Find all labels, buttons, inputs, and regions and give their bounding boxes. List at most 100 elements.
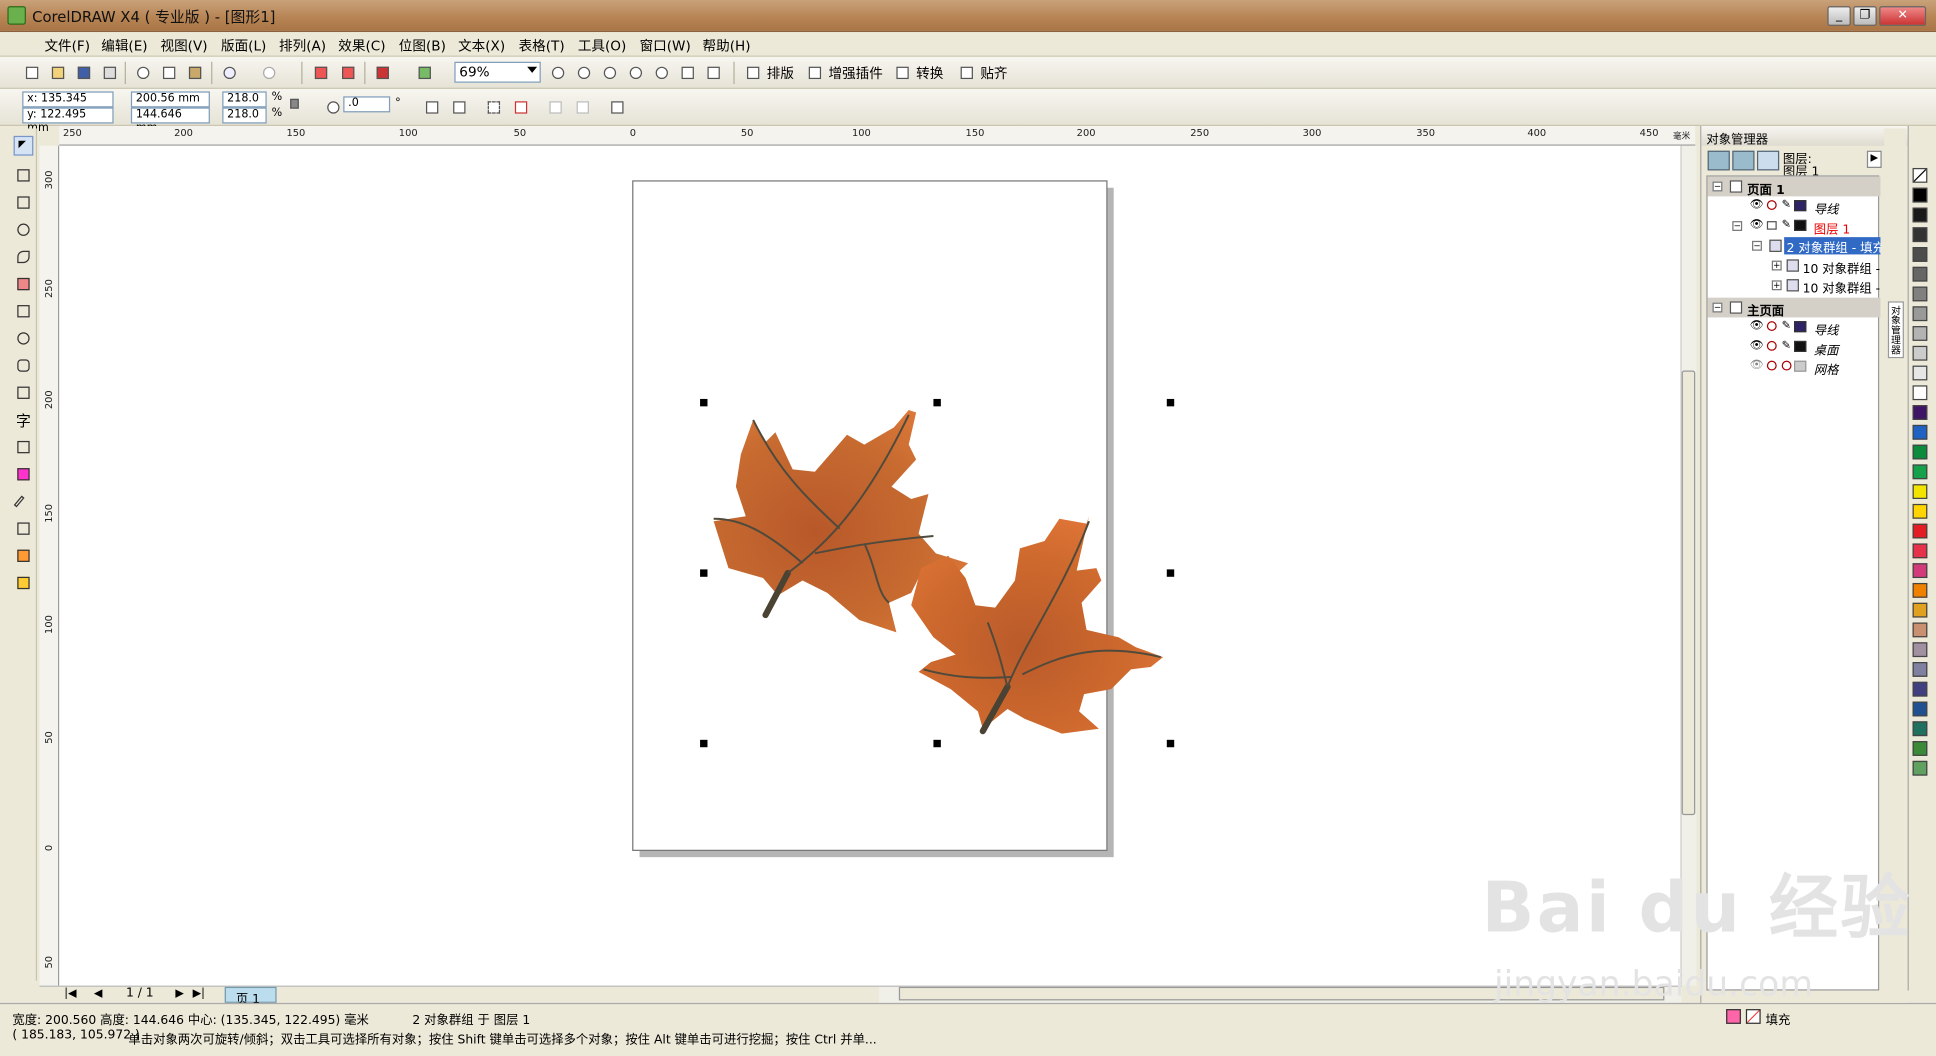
pencil-icon[interactable]: ✎ [1782, 219, 1791, 231]
show-properties-icon[interactable] [1707, 150, 1730, 171]
right-leaf[interactable] [911, 516, 1164, 735]
ellipse-tool-icon[interactable] [14, 329, 34, 349]
scale-width-field[interactable]: 218.0 [222, 91, 267, 108]
eyedropper-tool-icon[interactable] [13, 492, 34, 512]
tree-row-master-guides[interactable]: 👁 ✎ 导线 [1708, 317, 1881, 339]
open-folder-icon[interactable] [48, 63, 68, 83]
palette-swatch[interactable] [1912, 543, 1928, 559]
snap-button[interactable]: 贴齐 [980, 63, 1007, 83]
copy-icon[interactable] [159, 63, 179, 83]
interactive-fill-tool-icon[interactable] [14, 573, 34, 593]
selection-handle-sw[interactable] [700, 739, 708, 748]
palette-swatch[interactable] [1912, 701, 1928, 717]
cut-icon[interactable] [133, 63, 153, 83]
palette-swatch[interactable] [1912, 365, 1928, 381]
group-icon[interactable] [484, 98, 504, 118]
mirror-horizontal-icon[interactable] [422, 98, 442, 118]
palette-swatch[interactable] [1912, 741, 1928, 756]
layout-icon[interactable] [743, 63, 763, 83]
tree-row-subgroup[interactable]: + 10 对象群组 - [1708, 256, 1881, 277]
tree-row-layer-1[interactable]: − 👁 ✎ 图层 1 [1708, 216, 1881, 237]
zoom-out-icon[interactable] [574, 63, 594, 83]
palette-swatch[interactable] [1912, 681, 1928, 697]
zoom-height-icon[interactable] [704, 63, 724, 83]
tree-row-grid[interactable]: 👁 网格 [1708, 357, 1881, 378]
vertical-ruler[interactable]: 300 250 200 150 100 50 0 50 [39, 145, 60, 986]
collapse-icon[interactable]: − [1732, 221, 1743, 231]
save-icon[interactable] [74, 63, 94, 83]
docker-menu-icon[interactable]: ▶ [1866, 150, 1882, 168]
lock-ratio-icon[interactable] [286, 95, 306, 115]
selection-handle-se[interactable] [1166, 739, 1175, 748]
print-disabled-icon[interactable] [1766, 200, 1777, 210]
palette-swatch[interactable] [1912, 444, 1928, 460]
palette-swatch[interactable] [1912, 622, 1928, 638]
pick-tool-icon[interactable] [13, 135, 34, 156]
tree-row-desktop[interactable]: 👁 ✎ 桌面 [1708, 337, 1881, 359]
undo-icon[interactable] [220, 63, 240, 83]
break-apart-icon[interactable] [573, 98, 593, 118]
maple-leaves-group[interactable] [691, 395, 1185, 753]
y-position-field[interactable]: y: 122.495 mm [22, 107, 114, 135]
expand-icon[interactable]: + [1771, 280, 1782, 291]
restore-button[interactable]: ❐ [1853, 6, 1877, 26]
menu-file[interactable]: 文件(F) [44, 36, 90, 56]
eye-icon[interactable]: 👁 [1750, 219, 1764, 231]
zoom-all-icon[interactable] [626, 63, 646, 83]
layout-button[interactable]: 排版 [767, 63, 794, 83]
convert-icon[interactable] [893, 63, 913, 83]
palette-swatch[interactable] [1912, 503, 1928, 519]
tree-row-master-page[interactable]: − 主页面 [1707, 297, 1881, 319]
tab-object-manager[interactable]: 对象管理器 [1887, 301, 1904, 359]
collapse-icon[interactable]: − [1712, 302, 1723, 313]
expand-icon[interactable]: + [1771, 260, 1782, 271]
ungroup-icon[interactable] [511, 98, 531, 118]
rotation-angle-field[interactable]: .0 [343, 96, 391, 113]
menu-bitmaps[interactable]: 位图(B) [399, 36, 446, 56]
close-button[interactable]: ✕ [1879, 6, 1927, 26]
edit-across-layers-icon[interactable] [1732, 150, 1755, 171]
menu-help[interactable]: 帮助(H) [703, 36, 751, 56]
prev-page-icon[interactable]: ◀ [94, 988, 103, 1000]
eye-icon[interactable]: 👁 [1750, 199, 1764, 211]
tree-row-group-selected[interactable]: − 2 对象群组 - 填充 [1708, 236, 1881, 256]
text-tool-icon[interactable]: 字 [14, 410, 34, 430]
palette-swatch[interactable] [1912, 484, 1928, 499]
print-disabled-icon[interactable] [1766, 360, 1777, 371]
x-position-field[interactable]: x: 135.345 mm [22, 91, 114, 119]
tree-row-guides[interactable]: 👁 ✎ 导线 [1708, 196, 1881, 218]
palette-swatch[interactable] [1912, 306, 1928, 322]
palette-swatch[interactable] [1912, 662, 1928, 677]
export-icon[interactable] [338, 63, 358, 83]
printer-icon[interactable] [1766, 221, 1777, 230]
selection-handle-nw[interactable] [700, 398, 708, 407]
new-document-icon[interactable] [22, 63, 42, 83]
menu-text[interactable]: 文本(X) [458, 36, 505, 56]
palette-swatch[interactable] [1912, 464, 1928, 480]
no-color-swatch[interactable] [1912, 167, 1928, 183]
palette-swatch[interactable] [1912, 523, 1928, 539]
palette-swatch[interactable] [1912, 602, 1928, 618]
menu-tools[interactable]: 工具(O) [578, 36, 626, 56]
shape-tool-icon[interactable] [14, 166, 34, 186]
to-front-icon[interactable] [607, 98, 627, 118]
palette-swatch[interactable] [1912, 642, 1928, 658]
width-field[interactable]: 200.56 mm [130, 91, 210, 108]
palette-swatch[interactable] [1912, 247, 1928, 262]
palette-swatch[interactable] [1912, 424, 1928, 440]
palette-swatch[interactable] [1912, 405, 1928, 420]
polygon-tool-icon[interactable] [14, 356, 34, 376]
minimize-button[interactable]: _ [1827, 6, 1851, 26]
plugin-icon[interactable] [805, 63, 825, 83]
print-disabled-icon[interactable] [1766, 340, 1777, 351]
interactive-blend-tool-icon[interactable] [14, 464, 34, 484]
print-disabled-icon[interactable] [1766, 321, 1777, 332]
palette-swatch[interactable] [1912, 227, 1928, 243]
zoom-tool-icon[interactable] [14, 220, 34, 240]
eye-hidden-icon[interactable]: 👁 [1750, 359, 1764, 371]
snap-icon[interactable] [957, 63, 977, 83]
palette-swatch[interactable] [1912, 266, 1928, 282]
next-page-icon[interactable]: ▶ [175, 988, 184, 1000]
menu-layout[interactable]: 版面(L) [221, 36, 266, 56]
pencil-icon[interactable]: ✎ [1782, 199, 1791, 211]
